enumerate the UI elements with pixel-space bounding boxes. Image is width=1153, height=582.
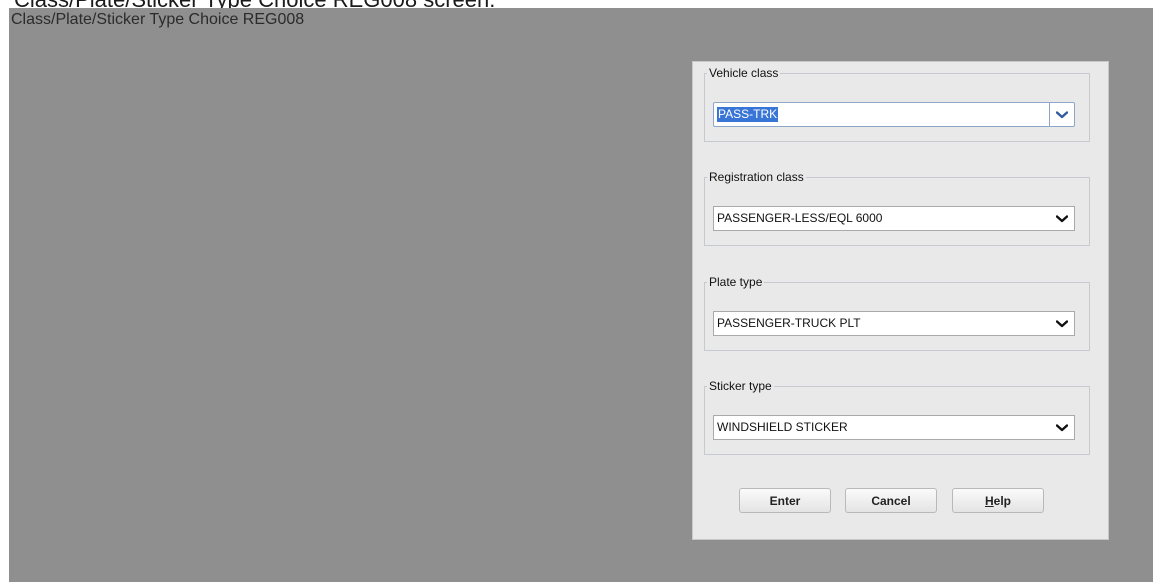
screen-title: Class/Plate/Sticker Type Choice REG008 [11, 11, 305, 28]
cancel-button[interactable]: Cancel [845, 488, 937, 513]
chevron-down-icon[interactable] [1050, 312, 1074, 335]
sticker-type-select[interactable]: WINDSHIELD STICKER [713, 415, 1075, 440]
help-mnemonic: H [984, 494, 994, 508]
plate-type-group: Plate type PASSENGER-TRUCK PLT [704, 275, 1090, 351]
chevron-down-icon[interactable] [1050, 416, 1074, 439]
chevron-down-icon[interactable] [1050, 207, 1074, 230]
vehicle-class-select[interactable]: PASS-TRK [713, 102, 1075, 127]
sticker-type-group: Sticker type WINDSHIELD STICKER [704, 379, 1090, 455]
plate-type-value: PASSENGER-TRUCK PLT [717, 316, 861, 330]
app-screen: Class/Plate/Sticker Type Choice REG008 V… [9, 8, 1153, 582]
chevron-down-icon[interactable] [1049, 103, 1074, 126]
registration-class-label: Registration class [709, 170, 804, 184]
help-button[interactable]: Help [952, 488, 1044, 513]
plate-type-select[interactable]: PASSENGER-TRUCK PLT [713, 311, 1075, 336]
plate-type-label: Plate type [709, 275, 763, 289]
registration-class-group: Registration class PASSENGER-LESS/EQL 60… [704, 170, 1090, 246]
type-choice-dialog: Vehicle class PASS-TRK Registration clas… [692, 61, 1109, 540]
vehicle-class-value: PASS-TRK [717, 107, 779, 122]
registration-class-select[interactable]: PASSENGER-LESS/EQL 6000 [713, 206, 1075, 231]
vehicle-class-group: Vehicle class PASS-TRK [704, 66, 1090, 142]
help-label-rest: elp [993, 494, 1011, 508]
vehicle-class-label: Vehicle class [709, 66, 779, 80]
sticker-type-value: WINDSHIELD STICKER [717, 420, 848, 434]
sticker-type-label: Sticker type [709, 379, 772, 393]
enter-button[interactable]: Enter [739, 488, 831, 513]
registration-class-value: PASSENGER-LESS/EQL 6000 [717, 211, 883, 225]
